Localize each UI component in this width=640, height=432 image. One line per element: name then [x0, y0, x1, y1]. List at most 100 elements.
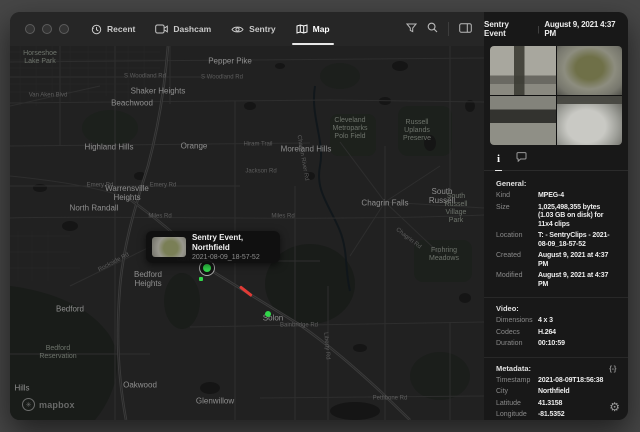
map-label: Orange [181, 141, 208, 150]
map-icon [296, 24, 308, 34]
view-tabs: Recent Dashcam Sentry [91, 12, 330, 46]
sentry-event-popup[interactable]: Sentry Event, Northfield 2021-08-09_18-5… [146, 231, 280, 263]
detail-value: H.264 [538, 329, 616, 338]
tab-map[interactable]: Map [296, 12, 330, 46]
detail-value: 4 x 3 [538, 317, 616, 326]
detail-row: CodecsH.264 [496, 329, 616, 338]
gear-icon[interactable]: ⚙ [609, 401, 620, 413]
map-label: Emery Rd [87, 183, 114, 190]
traffic-segment-marker [239, 285, 252, 296]
detail-row: KindMPEG-4 [496, 192, 616, 201]
camera-fisheye-thumb [557, 46, 623, 95]
sidebar-toggle-icon[interactable] [459, 20, 472, 38]
detail-row: CityNorthfield [496, 388, 616, 397]
section-title: General: [496, 179, 526, 188]
panel-header: Sentry Event | August 9, 2021 4:37 PM [484, 12, 628, 46]
panel-date: August 9, 2021 4:37 PM [544, 20, 628, 38]
app-window: Recent Dashcam Sentry [10, 12, 628, 420]
tab-label: Dashcam [173, 24, 211, 34]
sentry-dot-marker[interactable] [265, 311, 271, 317]
map-label: Chagrin River Rd [295, 135, 310, 182]
window-controls [25, 24, 69, 34]
detail-row: Duration00:10:59 [496, 340, 616, 349]
zoom-button[interactable] [59, 24, 69, 34]
detail-label: City [496, 388, 538, 397]
map-label: Jackson Rd [245, 169, 276, 176]
detail-panel: Sentry Event | August 9, 2021 4:37 PM i … [484, 12, 628, 420]
camera-right-thumb [557, 96, 623, 145]
section-title: Video: [496, 304, 519, 313]
close-button[interactable] [25, 24, 35, 34]
map-label: Frohring Meadows [429, 247, 459, 263]
detail-label: Codecs [496, 329, 538, 338]
tab-comments[interactable] [516, 149, 527, 167]
sentry-square-marker[interactable] [199, 277, 203, 281]
map-label: Hills [14, 383, 29, 392]
map-label: Chagrin Falls [361, 198, 408, 207]
detail-row: Size1,025,498,355 bytes (1.03 GB on disk… [496, 204, 616, 230]
panel-section: Video:Dimensions4 x 3CodecsH.264Duration… [484, 297, 628, 357]
map-label: Liberty Rd [321, 332, 330, 360]
panel-tabs: i [484, 145, 628, 171]
speech-bubble-icon [516, 149, 527, 166]
tab-info[interactable]: i [497, 149, 500, 167]
map-label: Emery Rd [150, 183, 177, 190]
tab-label: Recent [107, 24, 135, 34]
map-label: Russell Uplands Preserve [403, 119, 431, 143]
detail-value: 41.3158 [538, 400, 616, 409]
detail-value: August 9, 2021 at 4:37 PM [538, 252, 616, 269]
tab-label: Map [313, 24, 330, 34]
tab-dashcam[interactable]: Dashcam [155, 12, 211, 46]
section-title: Metadata: [496, 364, 531, 373]
camera-front-thumb [490, 46, 556, 95]
search-icon[interactable] [427, 20, 438, 38]
map-label: Van Aken Blvd [29, 93, 68, 100]
map-label: Oakwood [123, 380, 157, 389]
map-attribution[interactable]: ✳ mapbox [22, 398, 75, 411]
detail-label: Timestamp [496, 377, 538, 386]
map-label: Miles Rd [148, 214, 171, 221]
map-label: North Randall [70, 203, 119, 212]
video-preview[interactable] [490, 46, 622, 145]
panel-section: Metadata: {-} Timestamp2021-08-09T18:56:38… [484, 357, 628, 421]
detail-value: T: - SentryClips - 2021-08-09_18-57-52 [538, 232, 616, 249]
map-label: S Woodland Rd [124, 74, 166, 81]
map-label: Hiram Trail [243, 142, 272, 149]
tab-sentry[interactable]: Sentry [231, 12, 275, 46]
detail-row: Timestamp2021-08-09T18:56:38 [496, 377, 616, 386]
map-label: Pepper Pike [208, 56, 252, 65]
map-label: Beachwood [111, 98, 153, 107]
detail-label: Dimensions [496, 317, 538, 326]
toolbar: Recent Dashcam Sentry [10, 12, 484, 46]
event-thumbnail [152, 237, 186, 257]
info-icon: i [497, 153, 500, 165]
detail-label: Kind [496, 192, 538, 201]
map-label: Miles Rd [271, 214, 294, 221]
map-label: Bedford [56, 304, 84, 313]
detail-row: ModifiedAugust 9, 2021 at 4:37 PM [496, 272, 616, 289]
map-label: Shaker Heights [131, 86, 186, 95]
toolbar-actions [406, 20, 472, 38]
detail-value: MPEG-4 [538, 192, 616, 201]
map-canvas[interactable]: Horseshoe Lake Park Shaker Heights Pepper … [10, 46, 484, 420]
detail-label: Modified [496, 272, 538, 289]
panel-title: Sentry Event [484, 20, 532, 38]
map-label: Bainbridge Rd [280, 323, 318, 330]
detail-label: Created [496, 252, 538, 269]
funnel-icon[interactable] [406, 20, 417, 38]
map-label: Bedford Reservation [39, 345, 76, 361]
tab-recent[interactable]: Recent [91, 12, 135, 46]
map-label: South Russell Village Park [442, 193, 470, 225]
detail-row: Dimensions4 x 3 [496, 317, 616, 326]
popup-subtitle: 2021-08-09_18-57-52 [192, 253, 274, 262]
history-icon [91, 24, 102, 35]
detail-label: Size [496, 204, 538, 230]
minimize-button[interactable] [42, 24, 52, 34]
detail-label: Longitude [496, 411, 538, 420]
map-label: Horseshoe Lake Park [23, 50, 57, 66]
detail-value: 1,025,498,355 bytes (1.03 GB on disk) fo… [538, 204, 616, 230]
camera-icon [155, 24, 168, 34]
map-label: Moreland Hills [281, 144, 332, 153]
json-toggle-icon[interactable]: {-} [609, 364, 616, 373]
detail-value: -81.5352 [538, 411, 616, 420]
